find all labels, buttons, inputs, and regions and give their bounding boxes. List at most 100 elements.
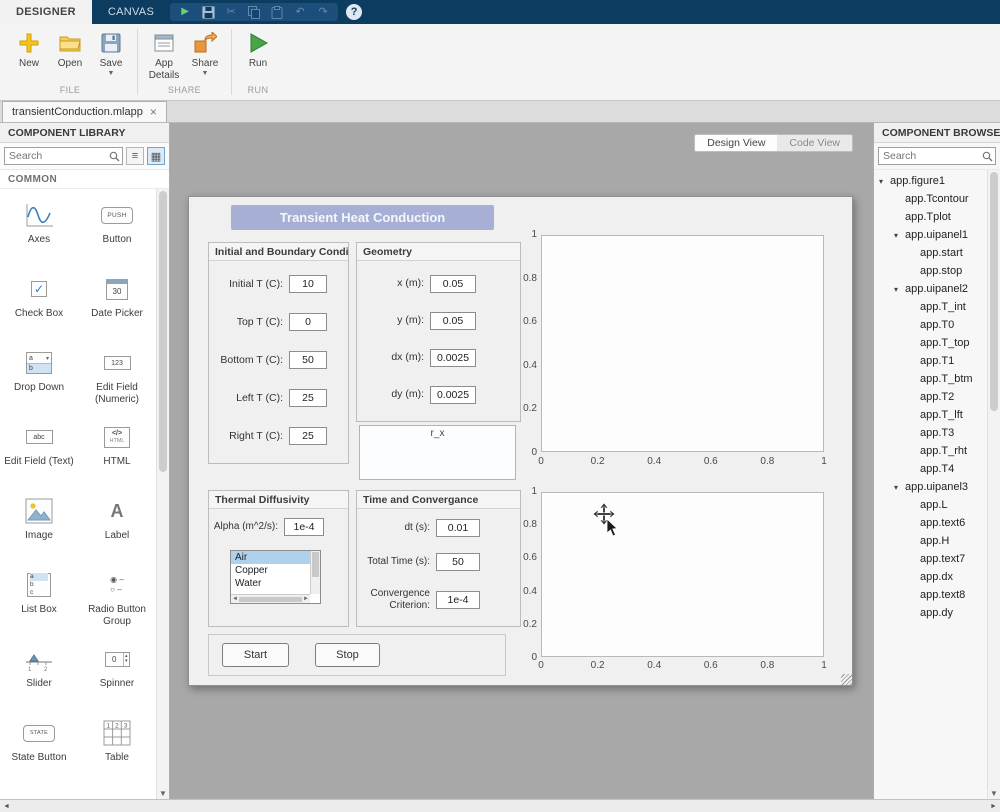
- save-button[interactable]: Save▼: [92, 26, 130, 85]
- save-icon[interactable]: [198, 3, 218, 21]
- library-item-drop-down[interactable]: a▾bDrop Down: [0, 343, 78, 417]
- tree-item-app-t-top[interactable]: app.T_top: [874, 334, 987, 352]
- field-input-convergence-criterion[interactable]: [436, 591, 480, 609]
- listbox-item-water[interactable]: Water: [231, 577, 310, 590]
- tree-item-app-text6[interactable]: app.text6: [874, 514, 987, 532]
- tree-item-app-tplot[interactable]: app.Tplot: [874, 208, 987, 226]
- app-canvas[interactable]: Transient Heat Conduction Initial and Bo…: [188, 196, 853, 686]
- close-icon[interactable]: ×: [150, 106, 157, 118]
- tree-item-app-t0[interactable]: app.T0: [874, 316, 987, 334]
- tree-item-app-stop[interactable]: app.stop: [874, 262, 987, 280]
- new-button[interactable]: New: [10, 26, 48, 85]
- document-tab[interactable]: transientConduction.mlapp ×: [2, 101, 167, 122]
- tree-item-app-dy[interactable]: app.dy: [874, 604, 987, 622]
- tree-item-app-text7[interactable]: app.text7: [874, 550, 987, 568]
- tree-item-app-figure1[interactable]: ▾app.figure1: [874, 172, 987, 190]
- stop-button[interactable]: Stop: [315, 643, 380, 667]
- library-search-input[interactable]: [4, 147, 123, 165]
- library-item-button[interactable]: PUSHButton: [78, 195, 156, 269]
- library-item-edit-field-numeric[interactable]: 123Edit Field (Numeric): [78, 343, 156, 417]
- selected-component-rx[interactable]: r_x: [359, 425, 516, 480]
- design-view-button[interactable]: Design View: [695, 135, 777, 151]
- library-item-check-box[interactable]: ✓Check Box: [0, 269, 78, 343]
- field-input-dx-m[interactable]: [430, 349, 476, 367]
- field-input-bottom-t-c[interactable]: [289, 351, 327, 369]
- grid-view-icon[interactable]: ▦: [147, 147, 165, 165]
- open-button[interactable]: Open: [51, 26, 89, 85]
- horizontal-scrollbar[interactable]: ◄ ►: [0, 799, 1000, 812]
- library-item-spinner[interactable]: 0▴▾Spinner: [78, 639, 156, 713]
- scroll-down-icon[interactable]: ▼: [988, 789, 1000, 798]
- tree-item-app-uipanel2[interactable]: ▾app.uipanel2: [874, 280, 987, 298]
- library-item-table[interactable]: 123Table: [78, 713, 156, 787]
- browser-search-input[interactable]: [878, 147, 996, 165]
- tree-item-app-t4[interactable]: app.T4: [874, 460, 987, 478]
- scrollbar-thumb[interactable]: [990, 172, 998, 411]
- listbox-item-air[interactable]: Air: [231, 551, 310, 564]
- listbox-vertical-scrollbar[interactable]: [310, 551, 320, 594]
- field-input-dy-m[interactable]: [430, 386, 476, 404]
- tree-item-app-t-btm[interactable]: app.T_btm: [874, 370, 987, 388]
- collapse-icon[interactable]: ▾: [894, 483, 905, 492]
- field-input-x-m[interactable]: [430, 275, 476, 293]
- tree-item-app-l[interactable]: app.L: [874, 496, 987, 514]
- listbox-item-copper[interactable]: Copper: [231, 564, 310, 577]
- tree-item-app-tcontour[interactable]: app.Tcontour: [874, 190, 987, 208]
- tree-item-app-t3[interactable]: app.T3: [874, 424, 987, 442]
- field-input-initial-t-c[interactable]: [289, 275, 327, 293]
- library-item-edit-field-text[interactable]: abcEdit Field (Text): [0, 417, 78, 491]
- paste-icon[interactable]: [267, 3, 287, 21]
- app-title-label[interactable]: Transient Heat Conduction: [231, 205, 494, 230]
- scroll-right-icon[interactable]: ►: [987, 800, 1000, 812]
- library-item-list-box[interactable]: abcList Box: [0, 565, 78, 639]
- tree-item-app-start[interactable]: app.start: [874, 244, 987, 262]
- cut-icon[interactable]: ✂: [221, 3, 241, 21]
- run-icon[interactable]: ▶: [175, 3, 195, 21]
- tree-item-app-dx[interactable]: app.dx: [874, 568, 987, 586]
- library-scrollbar[interactable]: ▼: [156, 189, 169, 799]
- panel-initial-boundary[interactable]: Initial and Boundary Conditions Initial …: [208, 242, 349, 464]
- scrollbar-thumb[interactable]: [239, 597, 302, 602]
- library-item-html[interactable]: </>HTMLHTML: [78, 417, 156, 491]
- library-item-state-button[interactable]: STATEState Button: [0, 713, 78, 787]
- tab-canvas[interactable]: CANVAS: [92, 0, 170, 24]
- library-item-label[interactable]: ALabel: [78, 491, 156, 565]
- scroll-down-icon[interactable]: ▼: [157, 789, 169, 798]
- scrollbar-thumb[interactable]: [159, 191, 167, 472]
- run-button[interactable]: Run: [239, 26, 277, 85]
- tree-item-app-t1[interactable]: app.T1: [874, 352, 987, 370]
- tree-item-app-h[interactable]: app.H: [874, 532, 987, 550]
- collapse-icon[interactable]: ▾: [894, 285, 905, 294]
- copy-icon[interactable]: [244, 3, 264, 21]
- library-item-axes[interactable]: Axes: [0, 195, 78, 269]
- tree-item-app-uipanel1[interactable]: ▾app.uipanel1: [874, 226, 987, 244]
- axes-top[interactable]: [541, 235, 824, 452]
- panel-thermal-diffusivity[interactable]: Thermal Diffusivity Alpha (m^2/s): AirCo…: [208, 490, 349, 627]
- library-item-image[interactable]: Image: [0, 491, 78, 565]
- scroll-left-icon[interactable]: ◄: [232, 596, 238, 602]
- field-input-dt-s[interactable]: [436, 519, 480, 537]
- scroll-right-icon[interactable]: ►: [303, 596, 309, 602]
- help-icon[interactable]: ?: [346, 4, 362, 20]
- axes-bottom[interactable]: [541, 492, 824, 657]
- tab-designer[interactable]: DESIGNER: [0, 0, 92, 24]
- field-input-total-time-s[interactable]: [436, 553, 480, 571]
- list-view-icon[interactable]: ≡: [126, 147, 144, 165]
- listbox-horizontal-scrollbar[interactable]: ◄►: [231, 594, 310, 603]
- material-listbox[interactable]: AirCopperWater ◄►: [230, 550, 321, 604]
- library-item-date-picker[interactable]: 30Date Picker: [78, 269, 156, 343]
- app-details-button[interactable]: App Details: [145, 26, 183, 85]
- tree-item-app-uipanel3[interactable]: ▾app.uipanel3: [874, 478, 987, 496]
- panel-time-convergence[interactable]: Time and Convergance dt (s):Total Time (…: [356, 490, 521, 627]
- scrollbar-thumb[interactable]: [312, 552, 319, 577]
- tree-item-app-t-rht[interactable]: app.T_rht: [874, 442, 987, 460]
- panel-run-controls[interactable]: Start Stop: [208, 634, 506, 676]
- field-input-top-t-c[interactable]: [289, 313, 327, 331]
- undo-icon[interactable]: ↶: [290, 3, 310, 21]
- field-input-right-t-c[interactable]: [289, 427, 327, 445]
- library-item-radio-button-group[interactable]: ◉ –○ –Radio Button Group: [78, 565, 156, 639]
- resize-grip[interactable]: [841, 674, 852, 685]
- browser-scrollbar[interactable]: ▼: [987, 170, 1000, 799]
- tree-item-app-t-int[interactable]: app.T_int: [874, 298, 987, 316]
- start-button[interactable]: Start: [222, 643, 289, 667]
